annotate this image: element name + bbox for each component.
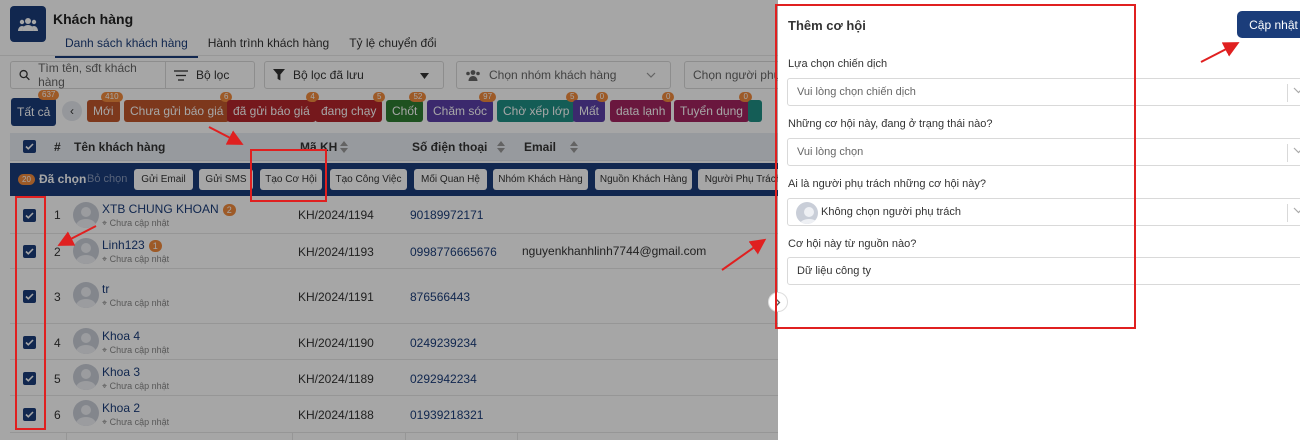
annotation-arrow: [1200, 42, 1240, 63]
annotation-arrow: [57, 225, 97, 246]
annotation-arrow: [721, 238, 767, 271]
customer-list-app: Khách hàng Danh sách khách hàng Hành trì…: [0, 0, 1300, 440]
annotation-arrow: [208, 126, 244, 145]
annotation-arrows: [57, 42, 1240, 271]
